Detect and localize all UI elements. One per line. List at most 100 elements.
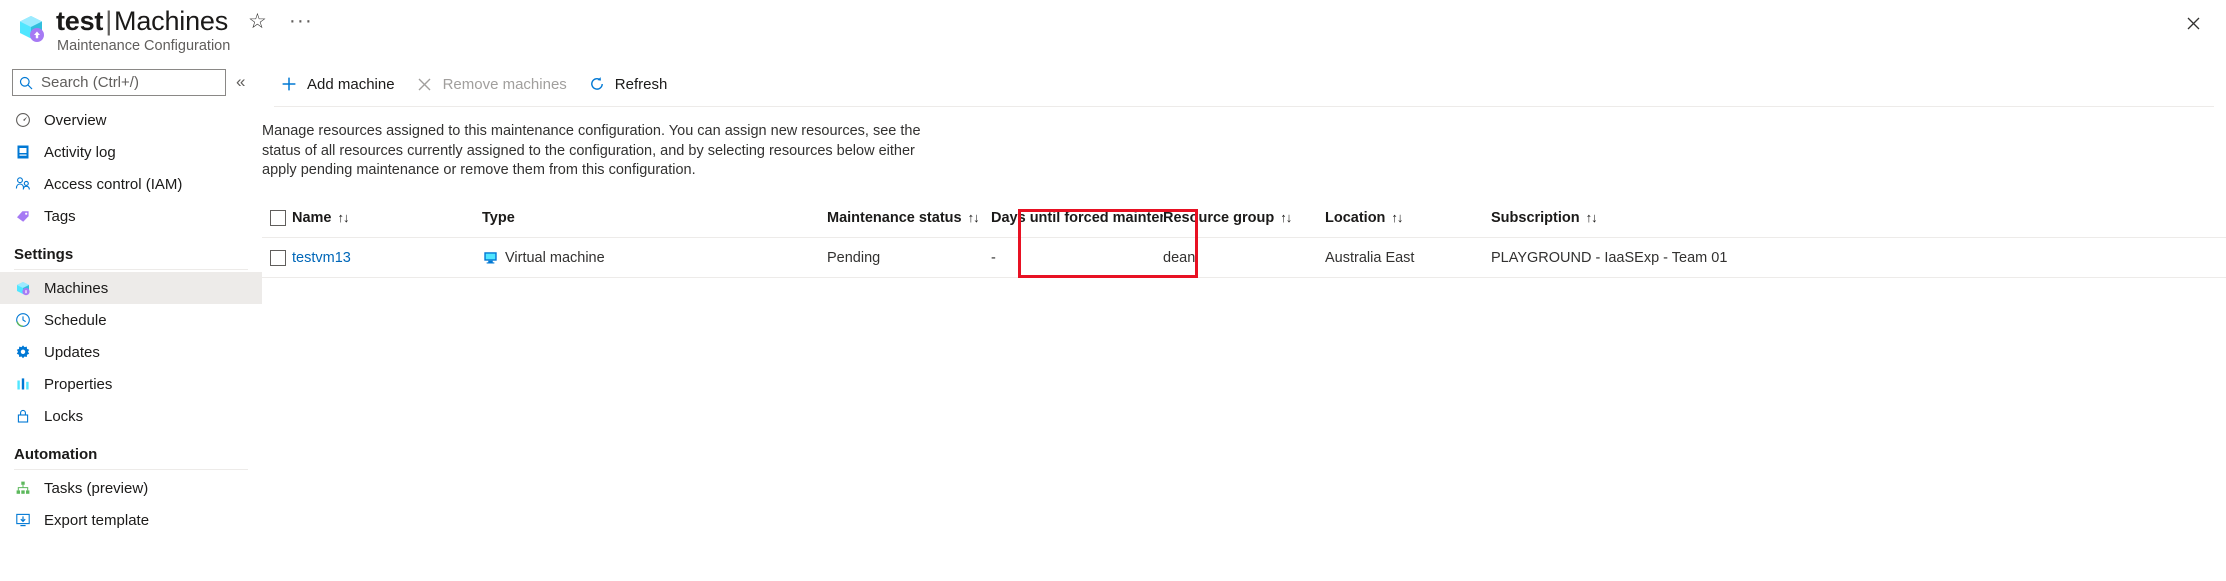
sort-icon[interactable]: ↑↓ [1586, 210, 1598, 225]
tags-icon [14, 207, 32, 225]
sidebar-group-automation: Automation [14, 446, 98, 463]
sidebar-item-locks[interactable]: Locks [0, 400, 262, 432]
cell-subscription: PLAYGROUND - IaaSExp - Team 01 [1491, 249, 1728, 266]
cross-icon [414, 75, 436, 93]
sidebar-item-tasks[interactable]: Tasks (preview) [0, 472, 262, 504]
machine-name-link[interactable]: testvm13 [292, 250, 351, 266]
column-header-name[interactable]: Name ↑↓ [292, 210, 482, 226]
column-label: Maintenance status [827, 209, 962, 226]
column-label: Name [292, 209, 332, 226]
table-row[interactable]: testvm13 Virtual machine Pending - dean … [262, 238, 2226, 278]
machines-table: Name ↑↓ Type Maintenance status ↑↓ Days … [262, 198, 2226, 278]
page-title: test|Machines ☆ ··· [56, 5, 313, 37]
column-label: Location [1325, 209, 1386, 226]
virtual-machine-icon [482, 250, 498, 266]
sidebar-item-label: Export template [44, 511, 150, 529]
cell-resource-group: dean [1163, 249, 1196, 266]
sidebar-item-activity-log[interactable]: Activity log [0, 136, 262, 168]
cell-maintenance-status: Pending [827, 249, 881, 266]
sort-icon[interactable]: ↑↓ [1391, 210, 1403, 225]
title-separator: | [105, 6, 113, 36]
column-header-days-until-forced-maintenance[interactable]: Days until forced maintenance ↑↓ [991, 210, 1163, 226]
blade-description: Manage resources assigned to this mainte… [262, 123, 921, 178]
ellipsis-icon[interactable]: ··· [289, 9, 313, 33]
sidebar-item-properties[interactable]: Properties [0, 368, 262, 400]
column-header-maintenance-status[interactable]: Maintenance status ↑↓ [827, 210, 991, 226]
command-bar: Add machine Remove machines Refresh [274, 65, 680, 103]
sidebar-group-settings: Settings [14, 246, 74, 263]
star-icon[interactable]: ☆ [248, 9, 267, 34]
type-label: Virtual machine [505, 249, 605, 266]
cell-days-until-forced-maintenance: - [991, 249, 996, 266]
sort-icon[interactable]: ↑↓ [1280, 210, 1292, 225]
row-checkbox-cell [262, 249, 292, 266]
cell-type: Virtual machine [482, 250, 827, 266]
search-icon [19, 76, 33, 90]
add-machine-label: Add machine [307, 75, 395, 93]
sidebar-item-label: Activity log [44, 143, 116, 161]
plus-icon [278, 75, 300, 93]
activity-log-icon [14, 143, 32, 161]
updates-icon [14, 343, 32, 361]
schedule-icon [14, 311, 32, 329]
sidebar-nav-list: Overview Activity log Access control (IA… [0, 104, 262, 536]
sidebar-item-overview[interactable]: Overview [0, 104, 262, 136]
column-label: Resource group [1163, 209, 1275, 226]
column-header-type[interactable]: Type [482, 210, 827, 226]
row-checkbox[interactable] [270, 249, 286, 266]
sidebar-item-label: Locks [44, 407, 84, 425]
page-subtitle: Maintenance Configuration [57, 38, 231, 54]
close-icon[interactable] [2178, 8, 2208, 38]
refresh-icon [586, 75, 608, 93]
overview-icon [14, 111, 32, 129]
table-header-row: Name ↑↓ Type Maintenance status ↑↓ Days … [262, 198, 2226, 238]
lock-icon [14, 407, 32, 425]
sidebar-item-label: Overview [44, 111, 107, 129]
refresh-button[interactable]: Refresh [582, 67, 681, 101]
export-template-icon [14, 511, 32, 529]
sidebar-item-access-control[interactable]: Access control (IAM) [0, 168, 262, 200]
sidebar-item-label: Schedule [44, 311, 107, 329]
column-header-subscription[interactable]: Subscription ↑↓ [1491, 210, 1821, 226]
sidebar: « Overview Activity log [0, 62, 262, 581]
cell-name: testvm13 [292, 250, 482, 266]
sort-icon[interactable]: ↑↓ [968, 210, 980, 225]
sidebar-item-updates[interactable]: Updates [0, 336, 262, 368]
maintenance-configuration-icon [14, 11, 48, 45]
search-input[interactable] [39, 73, 219, 92]
tasks-icon [14, 479, 32, 497]
add-machine-button[interactable]: Add machine [274, 67, 408, 101]
sidebar-item-schedule[interactable]: Schedule [0, 304, 262, 336]
column-header-resource-group[interactable]: Resource group ↑↓ [1163, 210, 1325, 226]
chevron-double-left-icon[interactable]: « [236, 73, 245, 90]
access-control-icon [14, 175, 32, 193]
search-box[interactable] [12, 69, 226, 96]
column-header-location[interactable]: Location ↑↓ [1325, 210, 1491, 226]
main-content: Add machine Remove machines Refresh Mana… [262, 62, 2226, 581]
blade-header: test|Machines ☆ ··· Maintenance Configur… [0, 0, 2226, 62]
sidebar-item-label: Tags [44, 207, 76, 225]
remove-machines-button: Remove machines [410, 67, 580, 101]
title-resource-name: test [56, 6, 104, 36]
select-all-checkbox[interactable] [270, 209, 286, 226]
title-section-name: Machines [114, 6, 229, 36]
sidebar-item-tags[interactable]: Tags [0, 200, 262, 232]
sidebar-item-label: Machines [44, 279, 109, 297]
machines-icon [14, 279, 32, 297]
sort-icon[interactable]: ↑↓ [338, 210, 350, 225]
sidebar-divider [14, 269, 248, 270]
cell-location: Australia East [1325, 249, 1415, 266]
refresh-label: Refresh [614, 75, 668, 93]
sidebar-item-label: Updates [44, 343, 100, 361]
sidebar-item-label: Properties [44, 375, 113, 393]
command-bar-divider [274, 106, 2214, 107]
sidebar-divider [14, 469, 248, 470]
sidebar-item-label: Tasks (preview) [44, 479, 149, 497]
sidebar-item-machines[interactable]: Machines [0, 272, 262, 304]
column-label: Type [482, 209, 515, 226]
properties-icon [14, 375, 32, 393]
column-label: Subscription [1491, 209, 1580, 226]
select-all-checkbox-cell [262, 209, 292, 226]
sidebar-item-export-template[interactable]: Export template [0, 504, 262, 536]
remove-machines-label: Remove machines [442, 75, 567, 93]
